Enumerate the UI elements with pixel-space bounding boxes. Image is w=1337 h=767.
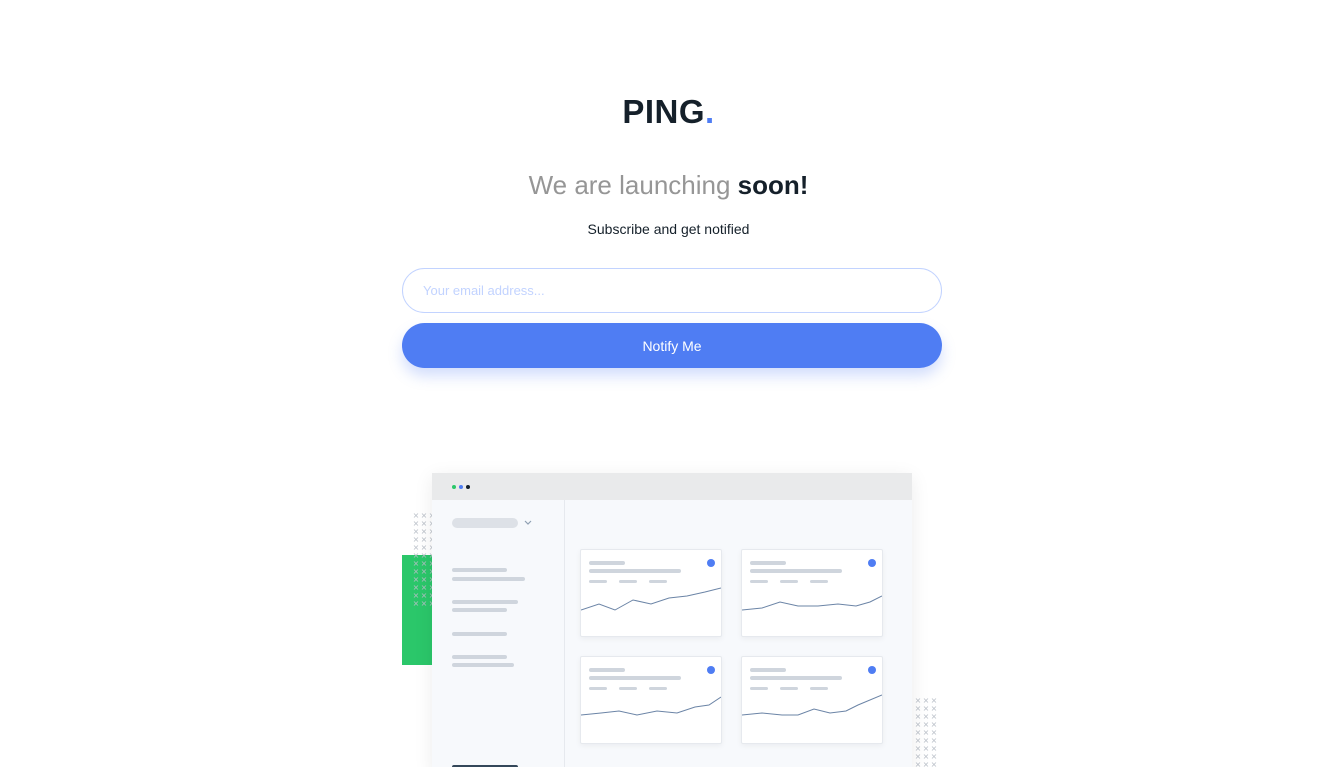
illustration-card	[741, 656, 883, 744]
logo: PING.	[0, 93, 1337, 131]
illustration-line	[750, 668, 786, 672]
illustration-line	[649, 687, 667, 690]
illustration-card	[580, 549, 722, 637]
x-pattern-icon: × × × × × × × × × × × × × × × × × × × × × × × × × × ×	[914, 697, 938, 767]
x-mark-icon: ×	[930, 760, 938, 767]
illustration-line	[750, 569, 842, 573]
illustration-line	[452, 663, 514, 667]
illustration-line	[649, 580, 667, 583]
illustration-window-bar	[432, 473, 912, 500]
illustration-card	[580, 656, 722, 744]
window-dot-icon	[466, 485, 470, 489]
x-mark-icon: ×	[914, 760, 922, 767]
illustration-line	[452, 655, 507, 659]
illustration-line	[619, 580, 637, 583]
illustration-line	[452, 568, 507, 572]
x-mark-icon: ×	[420, 599, 428, 608]
headline-light: We are launching	[528, 170, 738, 200]
illustration-line	[452, 577, 525, 581]
check-circle-icon	[707, 666, 715, 674]
illustration-line	[589, 668, 625, 672]
illustration-sparkline	[742, 694, 882, 716]
email-input[interactable]	[402, 268, 942, 313]
window-dot-icon	[459, 485, 463, 489]
chevron-down-icon	[524, 520, 532, 525]
illustration-line	[810, 580, 828, 583]
check-circle-icon	[707, 559, 715, 567]
illustration-dropdown	[452, 518, 518, 528]
subline: Subscribe and get notified	[587, 221, 750, 237]
x-mark-icon: ×	[412, 599, 420, 608]
illustration-line	[452, 600, 518, 604]
illustration-line	[452, 608, 507, 612]
check-circle-icon	[868, 666, 876, 674]
logo-dot: .	[705, 93, 715, 130]
illustration-line	[589, 687, 607, 690]
illustration-sparkline	[742, 595, 882, 611]
illustration-line	[750, 687, 768, 690]
headline-bold: soon!	[737, 170, 809, 200]
illustration-line	[750, 580, 768, 583]
illustration-sparkline	[581, 696, 721, 716]
x-mark-icon: ×	[922, 760, 930, 767]
window-dot-icon	[452, 485, 456, 489]
dashboard-illustration: ✚ slack	[432, 473, 912, 767]
illustration-line	[780, 580, 798, 583]
illustration-line	[750, 561, 786, 565]
illustration-line	[619, 687, 637, 690]
illustration-line	[780, 687, 798, 690]
illustration-line	[452, 632, 507, 636]
headline: We are launching soon!	[0, 170, 1337, 201]
launch-page: PING. We are launching soon! Subscribe a…	[0, 0, 1337, 767]
illustration-line	[589, 676, 681, 680]
logo-text: PING	[622, 93, 705, 130]
notify-me-button[interactable]: Notify Me	[402, 323, 942, 368]
illustration-line	[750, 676, 842, 680]
illustration-line	[589, 569, 681, 573]
illustration-sidebar: ✚ slack	[432, 500, 565, 767]
check-circle-icon	[868, 559, 876, 567]
illustration-line	[810, 687, 828, 690]
illustration-sparkline	[581, 587, 721, 611]
illustration-line	[589, 580, 607, 583]
illustration-line	[589, 561, 625, 565]
illustration-card	[741, 549, 883, 637]
